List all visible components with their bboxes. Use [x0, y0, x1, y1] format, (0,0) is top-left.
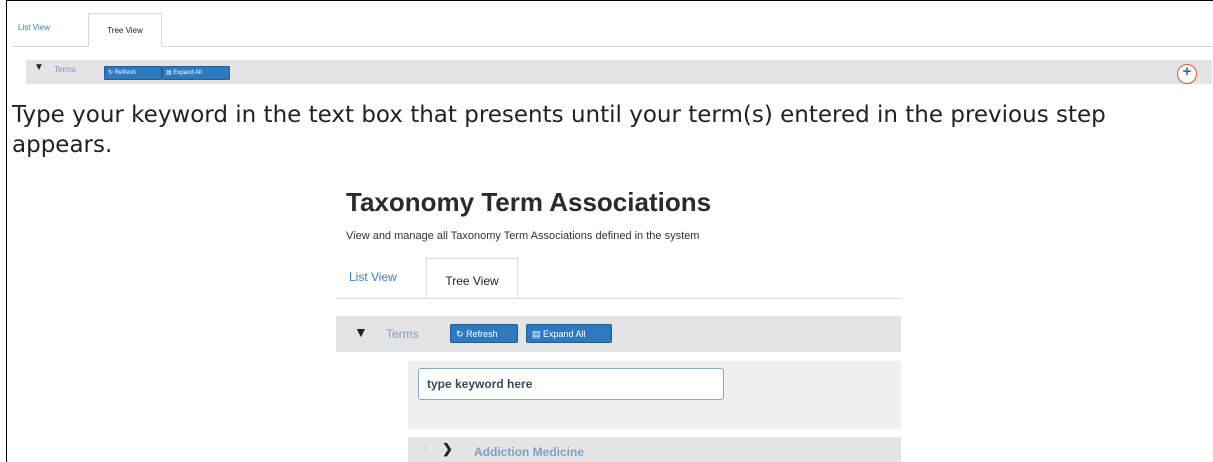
- list-icon: ▤: [166, 70, 172, 76]
- tree-item-label[interactable]: Addiction Medicine: [474, 445, 584, 459]
- expand-all-button[interactable]: ▤ Expand All: [526, 324, 612, 343]
- tab-bar: List View Tree View: [336, 258, 901, 299]
- tab-list-view[interactable]: List View: [18, 14, 50, 42]
- refresh-label: Refresh: [114, 70, 136, 76]
- refresh-icon: ↻: [456, 329, 464, 339]
- terms-toolbar: ▼ Terms ↻ Refresh ▤ Expand All: [336, 316, 901, 352]
- tab-tree-view[interactable]: Tree View: [426, 258, 518, 298]
- chevron-down-icon[interactable]: ▼: [34, 62, 44, 73]
- terms-label[interactable]: Terms: [54, 65, 76, 74]
- frame-border-top: [6, 0, 1213, 1]
- expand-all-label: Expand All: [543, 329, 586, 339]
- tab-list-view[interactable]: List View: [349, 270, 397, 284]
- plus-icon: +: [1182, 63, 1192, 80]
- refresh-icon: ↻: [108, 70, 114, 76]
- refresh-label: Refresh: [466, 329, 498, 339]
- instruction-text: Type your keyword in the text box that p…: [12, 102, 1106, 158]
- add-term-button[interactable]: +: [1177, 63, 1197, 84]
- tab-bar-small: List View Tree View: [12, 8, 1212, 47]
- refresh-button[interactable]: ↻ Refresh: [450, 324, 518, 343]
- tab-tree-view[interactable]: Tree View: [88, 13, 162, 47]
- terms-toolbar-small: ▼ Terms ↻ Refresh ▤ Expand All: [26, 60, 1212, 84]
- expand-all-button[interactable]: ▤ Expand All: [162, 66, 230, 80]
- expand-all-label: Expand All: [173, 70, 202, 76]
- page-title: Taxonomy Term Associations: [346, 187, 712, 217]
- tree-item[interactable]: ⋮⋮ ❯ Addiction Medicine: [408, 437, 901, 462]
- frame-border-left: [6, 0, 7, 462]
- search-area: [408, 361, 901, 429]
- terms-label[interactable]: Terms: [386, 327, 419, 341]
- refresh-button[interactable]: ↻ Refresh: [104, 66, 162, 80]
- chevron-right-icon[interactable]: ❯: [442, 441, 453, 457]
- list-icon: ▤: [532, 329, 541, 339]
- taxonomy-panel: Taxonomy Term Associations View and mana…: [336, 180, 901, 462]
- chevron-down-icon[interactable]: ▼: [354, 324, 368, 340]
- drag-handle-icon[interactable]: ⋮⋮: [420, 443, 440, 454]
- keyword-search-input[interactable]: [418, 368, 724, 400]
- page-subtitle: View and manage all Taxonomy Term Associ…: [346, 230, 700, 242]
